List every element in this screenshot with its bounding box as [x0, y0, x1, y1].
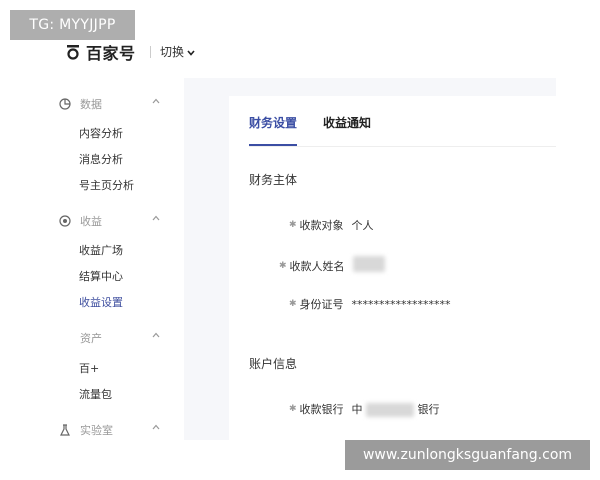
chevron-down-icon: [187, 45, 195, 59]
sidebar-item-settlement-center[interactable]: 结算中心: [79, 268, 123, 284]
sidebar-group-income[interactable]: 收益: [58, 213, 168, 229]
sidebar-item-baijia-plus[interactable]: 百+: [79, 360, 99, 376]
field-value: ******************: [351, 297, 451, 311]
sidebar-item-homepage-analysis[interactable]: 号主页分析: [79, 177, 134, 193]
required-asterisk: ✱: [289, 299, 297, 309]
baijiahao-logo-icon: [66, 44, 80, 60]
sidebar-item-message-analysis[interactable]: 消息分析: [79, 151, 123, 167]
chevron-up-icon: [152, 422, 160, 433]
tab-bar: 财务设置 收益通知: [249, 114, 371, 146]
field-payee-type: ✱ 收款对象 个人: [289, 217, 374, 233]
sidebar-group-label: 数据: [80, 98, 102, 111]
section-title-finance-subject: 财务主体: [249, 173, 298, 187]
header-divider: [150, 46, 151, 58]
switch-label: 切换: [160, 45, 185, 59]
bank-prefix: 中: [351, 403, 363, 416]
sidebar-item-content-analysis[interactable]: 内容分析: [79, 125, 123, 141]
chevron-up-icon: [152, 96, 160, 107]
field-label: 身份证号: [299, 298, 344, 311]
sidebar-group-lab[interactable]: 实验室: [58, 422, 168, 438]
sidebar-group-label: 收益: [80, 215, 102, 228]
logo-text: 百家号: [86, 44, 136, 63]
required-asterisk: ✱: [279, 260, 287, 271]
sidebar-group-label: 资产: [80, 332, 102, 345]
field-label: 收款人姓名: [289, 259, 345, 273]
sidebar-group-label: 实验室: [80, 424, 113, 437]
payee-name-value: [352, 256, 385, 275]
field-value: 个人: [351, 219, 374, 232]
settings-card: 财务设置 收益通知 财务主体 ✱ 收款对象 个人 ✱ 收款人姓名 ✱ 身份证号 …: [229, 96, 556, 440]
sidebar-item-income-plaza[interactable]: 收益广场: [79, 242, 123, 258]
sidebar-group-data[interactable]: 数据: [58, 96, 168, 112]
chevron-up-icon: [152, 330, 160, 341]
flask-icon: [58, 423, 72, 437]
sidebar-group-assets[interactable]: 资产: [58, 330, 168, 346]
redacted-bank: [366, 403, 415, 417]
chevron-up-icon: [152, 213, 160, 224]
redacted-name: [352, 256, 385, 272]
sidebar-item-traffic-pack[interactable]: 流量包: [79, 386, 112, 402]
watermark-bottom-right: www.zunlongksguanfang.com: [345, 440, 590, 470]
required-asterisk: ✱: [289, 404, 297, 414]
field-payee-name: ✱ 收款人姓名: [279, 256, 385, 275]
field-id-number: ✱ 身份证号 ******************: [289, 296, 451, 312]
required-asterisk: ✱: [289, 220, 297, 230]
tab-finance-settings[interactable]: 财务设置: [249, 114, 298, 146]
coin-icon: [58, 214, 72, 228]
tab-divider: [249, 146, 556, 147]
section-title-account-info: 账户信息: [249, 357, 298, 371]
bank-suffix: 银行: [417, 403, 440, 416]
tab-income-notification[interactable]: 收益通知: [323, 114, 371, 145]
bank-value: 中 银行: [352, 401, 440, 417]
sidebar: 数据 内容分析 消息分析 号主页分析 收益 收益广场 结算中心 收益设置 资产 …: [44, 78, 184, 440]
field-label: 收款对象: [299, 219, 344, 232]
field-label: 收款银行: [299, 403, 344, 416]
sidebar-item-income-settings[interactable]: 收益设置: [79, 294, 123, 310]
switch-account-button[interactable]: 切换: [160, 43, 195, 60]
field-receiving-bank: ✱ 收款银行 中 银行: [289, 401, 440, 417]
pie-chart-icon: [58, 97, 72, 111]
watermark-top-left: TG: MYYJJPP: [10, 10, 135, 40]
logo[interactable]: 百家号: [66, 40, 136, 64]
